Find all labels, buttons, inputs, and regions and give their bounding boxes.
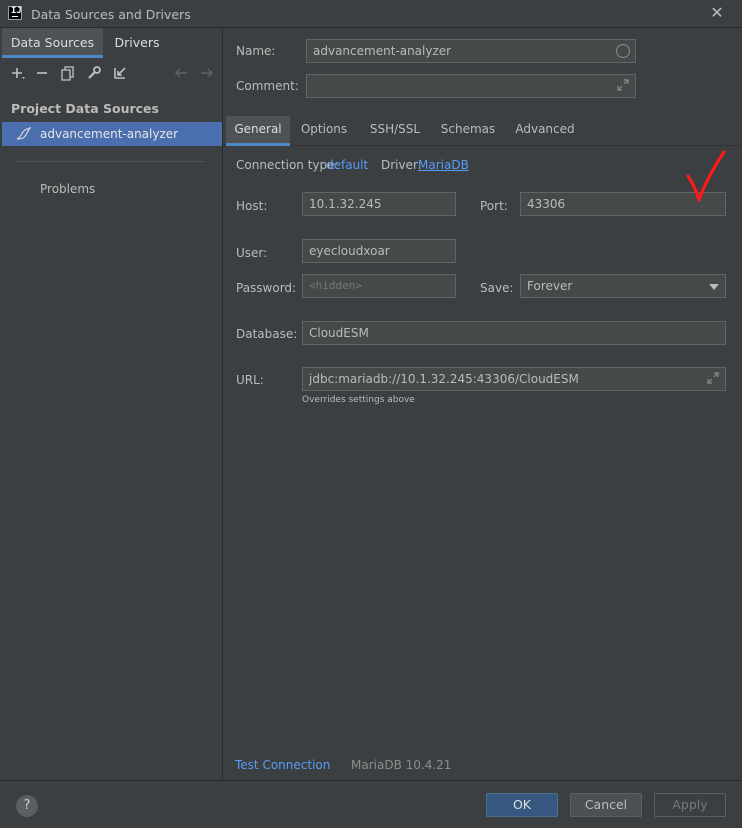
url-input[interactable]: jdbc:mariadb://10.1.32.245:43306/CloudES…: [302, 367, 726, 391]
save-value: Forever: [527, 279, 573, 293]
dialog-footer: ? OK Cancel Apply: [0, 780, 742, 828]
remove-icon[interactable]: [34, 65, 50, 81]
tab-ssh-ssl[interactable]: SSH/SSL: [362, 116, 428, 146]
user-input[interactable]: eyecloudxoar: [302, 239, 456, 263]
tab-schemas[interactable]: Schemas: [438, 116, 498, 146]
tab-general[interactable]: General: [226, 116, 290, 146]
url-label: URL:: [236, 373, 264, 387]
divider: [16, 161, 206, 162]
close-icon[interactable]: ✕: [709, 5, 725, 21]
color-circle-icon[interactable]: [616, 44, 630, 58]
driver-link[interactable]: MariaDB: [418, 158, 469, 172]
save-dropdown[interactable]: Forever: [520, 274, 726, 298]
password-input[interactable]: <hidden>: [302, 274, 456, 298]
chevron-down-icon: [709, 284, 719, 290]
connection-type-link[interactable]: default: [326, 158, 368, 172]
tab-advanced[interactable]: Advanced: [511, 116, 579, 146]
database-label: Database:: [236, 327, 298, 341]
port-label: Port:: [480, 199, 508, 213]
save-label: Save:: [480, 281, 514, 295]
left-panel: Data Sources Drivers Project Data Source…: [0, 28, 223, 780]
add-icon[interactable]: [10, 65, 26, 81]
apply-button[interactable]: Apply: [654, 793, 726, 817]
test-connection-link[interactable]: Test Connection: [235, 758, 330, 772]
expand-icon[interactable]: [616, 78, 630, 92]
left-toolbar: [0, 62, 223, 86]
name-value: advancement-analyzer: [313, 44, 452, 58]
host-input[interactable]: 10.1.32.245: [302, 192, 456, 216]
name-input[interactable]: advancement-analyzer: [306, 39, 636, 63]
right-panel: Name: advancement-analyzer Comment: Gene…: [224, 28, 742, 780]
ok-button[interactable]: OK: [486, 793, 558, 817]
mariadb-seal-icon: [16, 127, 32, 140]
cancel-button[interactable]: Cancel: [570, 793, 642, 817]
db-version-text: MariaDB 10.4.21: [351, 758, 452, 772]
wrench-icon[interactable]: [86, 65, 102, 81]
password-label: Password:: [236, 281, 297, 295]
back-arrow-icon[interactable]: [173, 65, 189, 81]
window-title: Data Sources and Drivers: [31, 7, 191, 22]
tab-options[interactable]: Options: [294, 116, 354, 146]
project-data-sources-heading: Project Data Sources: [11, 101, 159, 116]
name-label: Name:: [236, 44, 276, 58]
user-label: User:: [236, 246, 268, 260]
left-tabs: Data Sources Drivers: [0, 28, 223, 58]
comment-input[interactable]: [306, 74, 636, 98]
problems-item[interactable]: Problems: [40, 182, 95, 196]
forward-arrow-icon[interactable]: [199, 65, 215, 81]
help-icon[interactable]: ?: [16, 795, 38, 817]
intellij-logo-icon: IJ: [8, 6, 22, 20]
expand-icon[interactable]: [706, 371, 720, 385]
url-value: jdbc:mariadb://10.1.32.245:43306/CloudES…: [309, 372, 579, 386]
tab-data-sources[interactable]: Data Sources: [2, 28, 103, 58]
title-bar: IJ Data Sources and Drivers ✕: [0, 0, 742, 28]
data-source-item[interactable]: advancement-analyzer: [2, 122, 222, 146]
connection-type-label: Connection type:: [236, 158, 339, 172]
settings-tabs: General Options SSH/SSL Schemas Advanced: [224, 116, 742, 146]
import-icon[interactable]: [112, 65, 128, 81]
url-note: Overrides settings above: [302, 395, 415, 405]
duplicate-icon[interactable]: [60, 65, 76, 81]
host-label: Host:: [236, 199, 268, 213]
comment-label: Comment:: [236, 79, 299, 93]
data-source-label: advancement-analyzer: [40, 127, 179, 141]
database-input[interactable]: CloudESM: [302, 321, 726, 345]
driver-label: Driver:: [381, 158, 422, 172]
tab-drivers[interactable]: Drivers: [103, 28, 171, 58]
red-checkmark-annotation-icon: [686, 150, 726, 202]
